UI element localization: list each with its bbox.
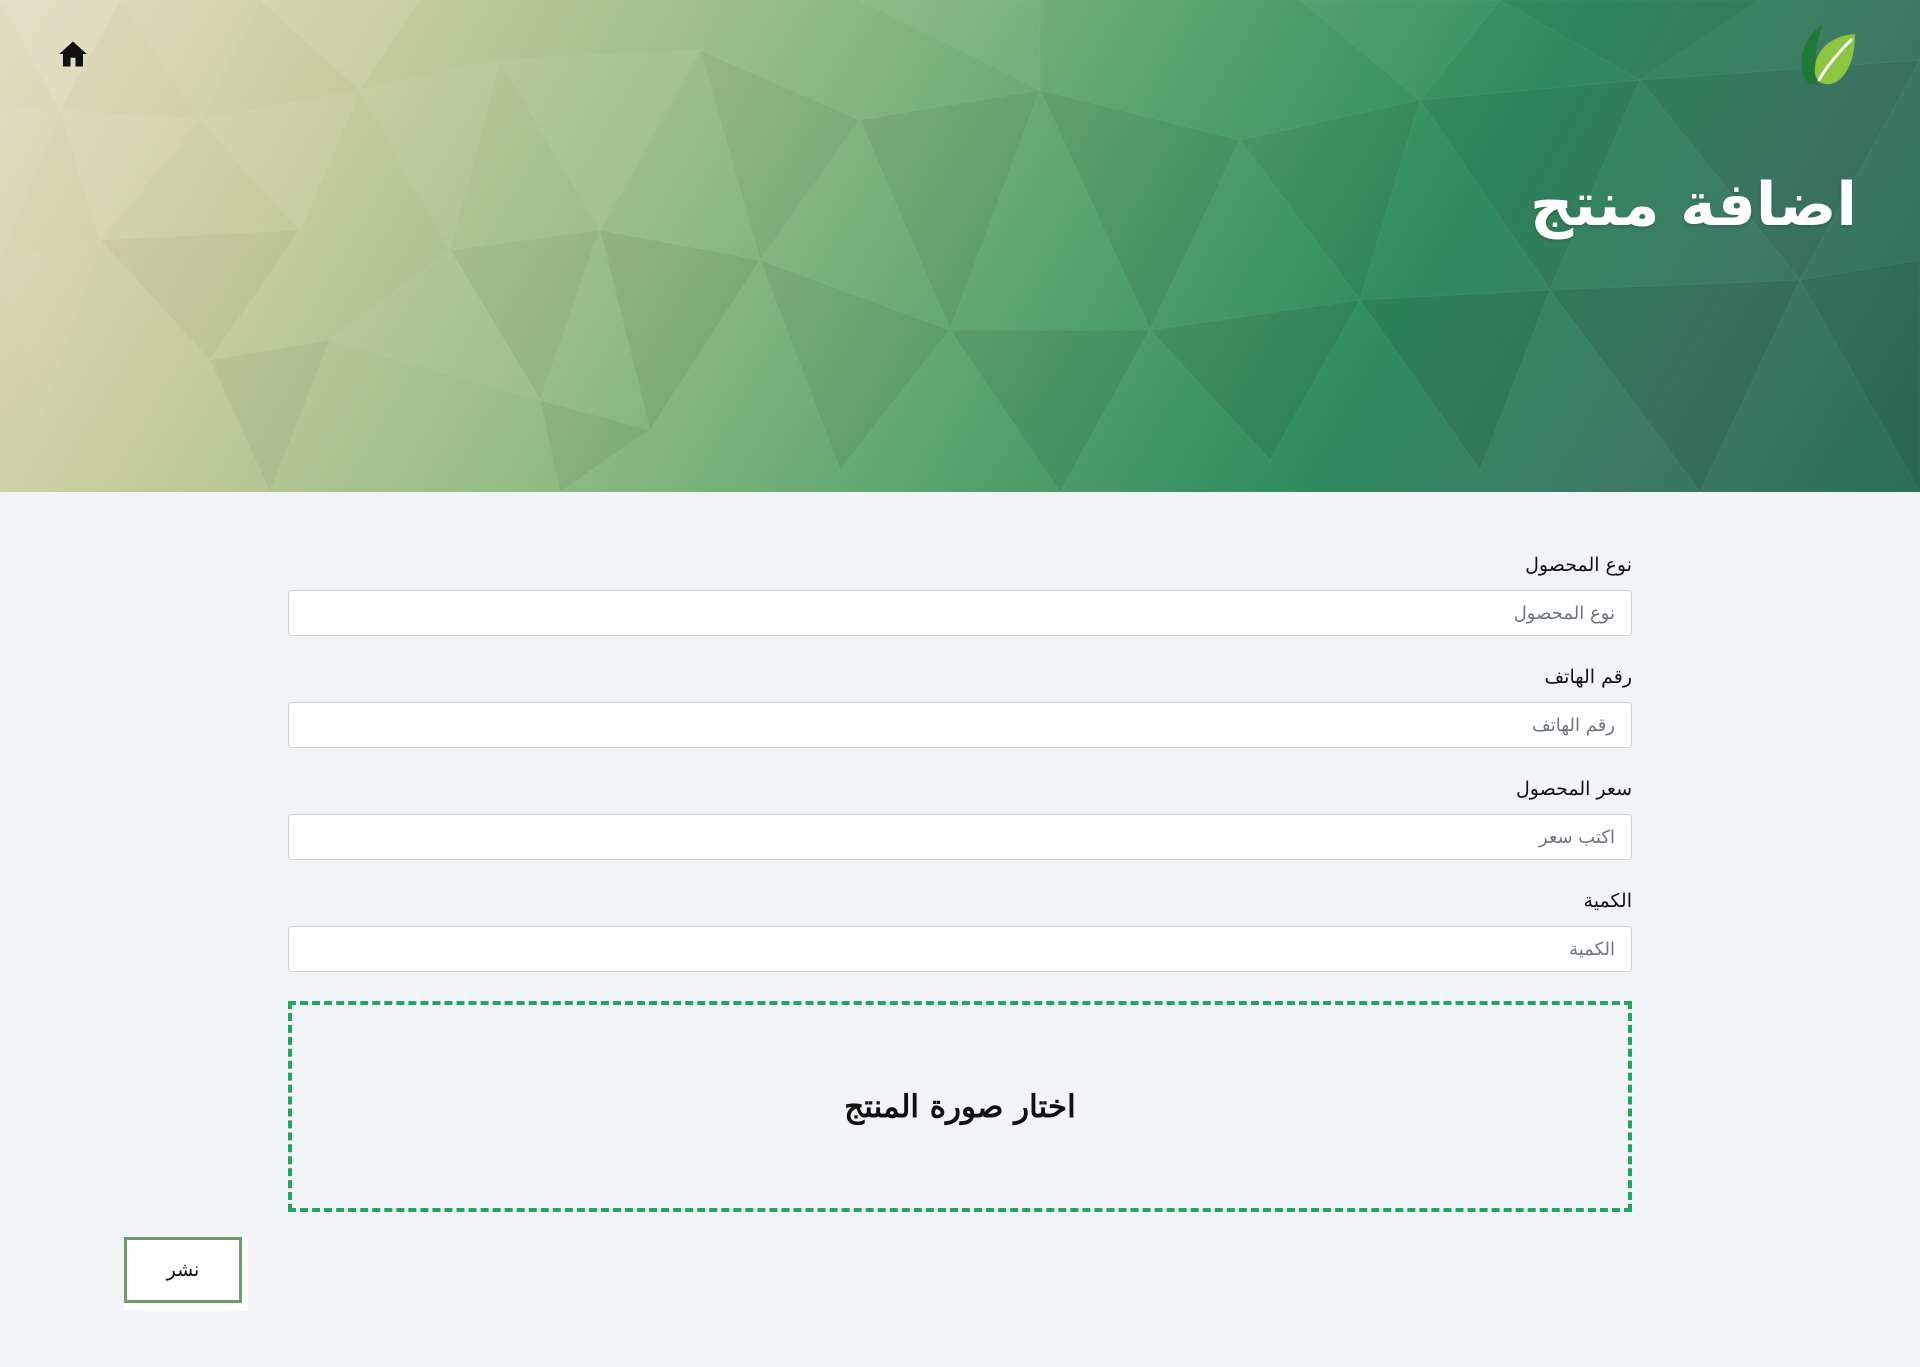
crop-price-input[interactable] bbox=[288, 814, 1632, 860]
home-icon[interactable] bbox=[58, 40, 88, 68]
product-image-picker-label: اختار صورة المنتج bbox=[844, 1088, 1076, 1125]
leaf-logo-icon bbox=[1801, 24, 1855, 85]
submit-button-wrapper: نشر bbox=[124, 1237, 248, 1311]
quantity-input[interactable] bbox=[288, 926, 1632, 972]
page-header: اضافة منتج bbox=[0, 0, 1920, 492]
crop-price-group: سعر المحصول bbox=[288, 772, 1632, 860]
crop-price-label: سعر المحصول bbox=[1515, 778, 1632, 800]
crop-type-input[interactable] bbox=[288, 590, 1632, 636]
quantity-group: الكمية bbox=[288, 884, 1632, 972]
phone-group: رقم الهاتف bbox=[288, 660, 1632, 748]
publish-button[interactable]: نشر bbox=[124, 1237, 242, 1303]
phone-label: رقم الهاتف bbox=[1544, 666, 1632, 688]
phone-input[interactable] bbox=[288, 702, 1632, 748]
crop-type-group: نوع المحصول bbox=[288, 548, 1632, 636]
product-image-picker[interactable]: اختار صورة المنتج bbox=[288, 1001, 1632, 1212]
add-product-form: نوع المحصول رقم الهاتف سعر المحصول الكمي… bbox=[288, 548, 1632, 996]
crop-type-label: نوع المحصول bbox=[1525, 554, 1632, 576]
quantity-label: الكمية bbox=[1583, 890, 1632, 912]
page-title: اضافة منتج bbox=[1529, 170, 1857, 240]
